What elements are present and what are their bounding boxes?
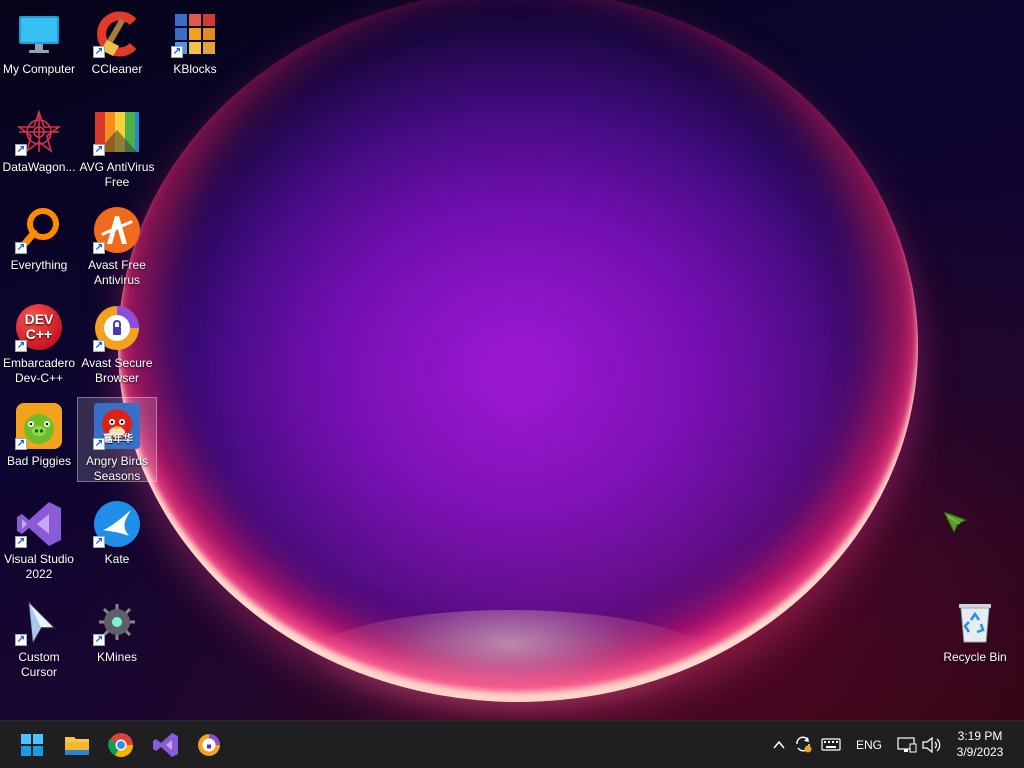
shortcut-arrow-icon: ↗ <box>15 242 27 254</box>
desktop-icon-my-computer[interactable]: My Computer <box>0 6 78 77</box>
taskbar: ENG 3:19 PM 3/9/2023 <box>0 720 1024 768</box>
datawagon-icon: ↗ <box>15 108 63 156</box>
angry-birds-icon-text: 嘉年华 <box>103 434 133 445</box>
desktop-icon-kate[interactable]: ↗ Kate <box>78 496 156 567</box>
mouse-cursor-icon <box>940 506 970 536</box>
desktop-icon-angry-birds-seasons[interactable]: 嘉年华 ↗ Angry Birds Seasons <box>77 397 157 483</box>
chrome-icon <box>108 733 133 758</box>
tray-sync[interactable] <box>792 733 814 755</box>
desktop-icon-avast-free[interactable]: ↗ Avast Free Antivirus <box>78 202 156 288</box>
kblocks-icon: ↗ <box>171 10 219 58</box>
desktop-icon-avg[interactable]: ↗ AVG AntiVirus Free <box>78 104 156 190</box>
desktop-icon-label: KBlocks <box>173 62 217 76</box>
desktop-icon-everything[interactable]: ↗ Everything <box>0 202 78 273</box>
wallpaper-glow <box>300 610 720 720</box>
desktop-icon-label: Bad Piggies <box>6 454 72 468</box>
tray-language[interactable]: ENG <box>852 738 886 752</box>
desktop-icon-label: Everything <box>10 258 68 272</box>
shortcut-arrow-icon: ↗ <box>15 536 27 548</box>
desktop-icon-ccleaner[interactable]: ↗ CCleaner <box>78 6 156 77</box>
tray-show-hidden-icons[interactable] <box>770 735 788 755</box>
angry-birds-icon: 嘉年华 ↗ <box>93 402 141 450</box>
desktop-icon-bad-piggies[interactable]: ↗ Bad Piggies <box>0 398 78 469</box>
desktop-icon-label: Avast Secure Browser <box>81 356 153 385</box>
desktop-icon-label: Custom Cursor <box>18 650 60 679</box>
desktop-icon-label: Angry Birds Seasons <box>85 454 149 483</box>
taskbar-avast-secure-browser[interactable] <box>192 728 226 762</box>
desktop-icon-kmines[interactable]: ↗ KMines <box>78 594 156 665</box>
kate-icon: ↗ <box>93 500 141 548</box>
tray-clock[interactable]: 3:19 PM 3/9/2023 <box>948 728 1012 760</box>
devcpp-icon: DEV C++ ↗ <box>15 304 63 352</box>
tray-network[interactable] <box>896 734 918 756</box>
tray-volume[interactable] <box>920 734 942 756</box>
start-icon <box>21 734 43 756</box>
shortcut-arrow-icon: ↗ <box>93 340 105 352</box>
everything-search-icon: ↗ <box>15 206 63 254</box>
shortcut-arrow-icon: ↗ <box>15 438 27 450</box>
keyboard-icon <box>821 738 841 751</box>
wallpaper-orb <box>118 0 918 702</box>
shortcut-arrow-icon: ↗ <box>93 242 105 254</box>
desktop-icon-label: AVG AntiVirus Free <box>79 160 155 189</box>
desktop-icon-custom-cursor[interactable]: ↗ Custom Cursor <box>0 594 78 680</box>
clock-time: 3:19 PM <box>957 729 1003 743</box>
shortcut-arrow-icon: ↗ <box>93 46 105 58</box>
desktop-icon-devcpp[interactable]: DEV C++ ↗ Embarcadero Dev-C++ <box>0 300 78 386</box>
avg-antivirus-icon: ↗ <box>93 108 141 156</box>
desktop-icon-label: Visual Studio 2022 <box>4 552 74 581</box>
shortcut-arrow-icon: ↗ <box>15 340 27 352</box>
devcpp-badge-text: DEV C++ <box>24 311 54 342</box>
kmines-mine-icon: ↗ <box>93 598 141 646</box>
avast-antivirus-icon: ↗ <box>93 206 141 254</box>
shortcut-arrow-icon: ↗ <box>93 438 105 450</box>
taskbar-file-explorer[interactable] <box>60 728 94 762</box>
chevron-up-icon <box>773 740 785 749</box>
desktop-icon-datawagon[interactable]: ↗ DataWagon... <box>0 104 78 175</box>
desktop-icon-avast-secure-browser[interactable]: ↗ Avast Secure Browser <box>78 300 156 386</box>
desktop-icon-recycle-bin[interactable]: Recycle Bin <box>936 594 1014 665</box>
shortcut-arrow-icon: ↗ <box>93 536 105 548</box>
avast-secure-browser-icon: ↗ <box>93 304 141 352</box>
ccleaner-icon: ↗ <box>93 10 141 58</box>
desktop-icon-label: DataWagon... <box>2 160 76 174</box>
my-computer-icon <box>15 10 63 58</box>
desktop-icon-label: KMines <box>96 650 137 664</box>
desktop-icon-label: Embarcadero Dev-C++ <box>2 356 76 385</box>
network-icon <box>897 737 917 753</box>
desktop-icon-label: Kate <box>104 552 130 566</box>
taskbar-visual-studio[interactable] <box>148 728 182 762</box>
desktop[interactable]: My Computer ↗ DataWagon... ↗ Everything … <box>0 0 1024 720</box>
custom-cursor-icon: ↗ <box>15 598 63 646</box>
bad-piggies-icon: ↗ <box>15 402 63 450</box>
recycle-bin-icon <box>951 598 999 646</box>
sync-icon <box>796 736 812 753</box>
visual-studio-icon <box>153 733 178 757</box>
shortcut-arrow-icon: ↗ <box>93 144 105 156</box>
shortcut-arrow-icon: ↗ <box>15 634 27 646</box>
desktop-icon-label: Avast Free Antivirus <box>88 258 146 287</box>
visual-studio-icon: ↗ <box>15 500 63 548</box>
start-button[interactable] <box>15 728 49 762</box>
taskbar-chrome[interactable] <box>104 728 138 762</box>
shortcut-arrow-icon: ↗ <box>15 144 27 156</box>
desktop-icon-label: Recycle Bin <box>943 650 1007 664</box>
file-explorer-icon <box>65 737 89 755</box>
tray-touch-keyboard[interactable] <box>820 735 842 755</box>
clock-date: 3/9/2023 <box>956 745 1004 759</box>
desktop-icon-label: CCleaner <box>91 62 143 76</box>
avast-secure-browser-icon <box>198 734 220 756</box>
desktop-icon-kblocks[interactable]: ↗ KBlocks <box>156 6 234 77</box>
volume-icon <box>922 736 941 754</box>
desktop-icon-visual-studio[interactable]: ↗ Visual Studio 2022 <box>0 496 78 582</box>
shortcut-arrow-icon: ↗ <box>171 46 183 58</box>
shortcut-arrow-icon: ↗ <box>93 634 105 646</box>
desktop-icon-label: My Computer <box>2 62 76 76</box>
